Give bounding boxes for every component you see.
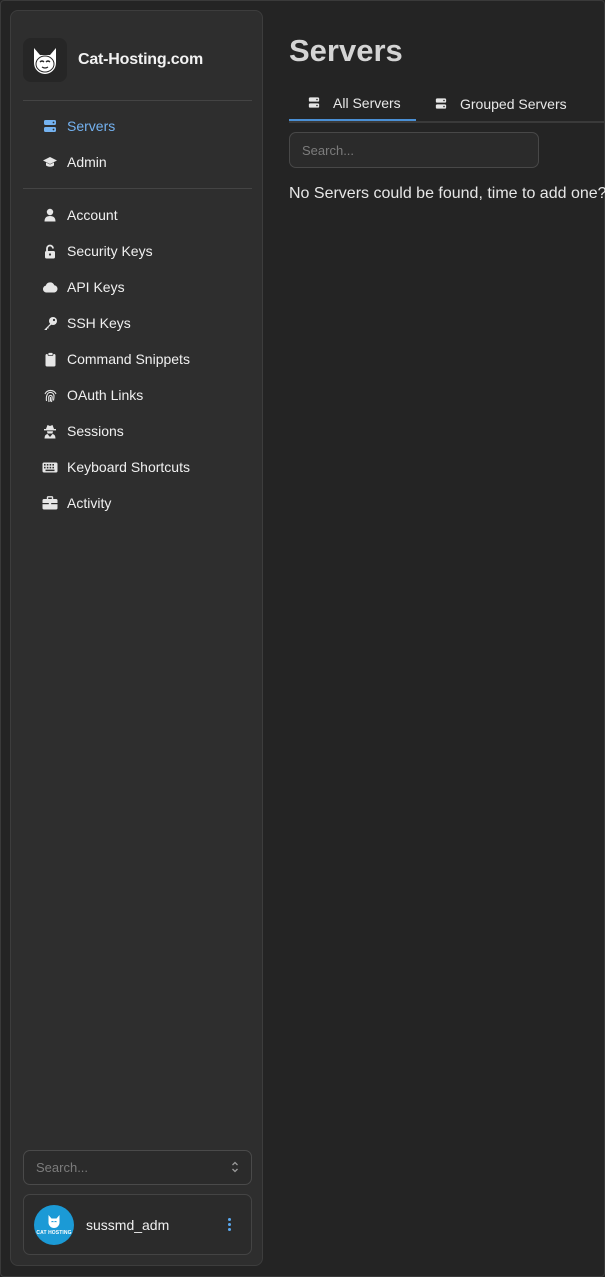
server-search-placeholder: Search...: [302, 142, 355, 158]
sidebar-item-label: API Keys: [67, 279, 125, 295]
sidebar-item-label: Admin: [67, 154, 107, 170]
avatar-text: CAT HOSTING: [36, 1230, 72, 1236]
divider: [23, 100, 252, 101]
keyboard-icon: [42, 459, 58, 475]
sidebar-item-label: Account: [67, 207, 118, 223]
unlock-icon: [42, 243, 58, 259]
sidebar-search-input[interactable]: Search...: [23, 1150, 252, 1185]
empty-state-message: No Servers could be found, time to add o…: [289, 185, 605, 202]
clipboard-icon: [42, 351, 58, 367]
server-search-input[interactable]: Search...: [289, 132, 539, 168]
fingerprint-icon: [42, 387, 58, 403]
sidebar-item-api-keys[interactable]: API Keys: [23, 272, 252, 302]
sidebar-item-oauth-links[interactable]: OAuth Links: [23, 380, 252, 410]
chevron-up-down-icon: [231, 1160, 239, 1177]
tab-label: All Servers: [333, 94, 401, 111]
avatar: CAT HOSTING: [34, 1204, 74, 1245]
user-card[interactable]: CAT HOSTING sussmd_adm: [23, 1194, 252, 1255]
sidebar-item-servers[interactable]: Servers: [23, 111, 252, 141]
tab-all-servers[interactable]: All Servers: [289, 86, 416, 121]
page-title: Servers: [289, 33, 403, 68]
sidebar-item-command-snippets[interactable]: Command Snippets: [23, 344, 252, 374]
sidebar-item-sessions[interactable]: Sessions: [23, 416, 252, 446]
user-icon: [42, 207, 58, 223]
sidebar-item-security-keys[interactable]: Security Keys: [23, 236, 252, 266]
tab-bar: All Servers Grouped Servers: [289, 86, 605, 123]
graduation-cap-icon: [42, 154, 58, 170]
sidebar-item-label: Sessions: [67, 423, 124, 439]
sidebar-item-ssh-keys[interactable]: SSH Keys: [23, 308, 252, 338]
briefcase-icon: [42, 495, 58, 511]
server-icon: [308, 96, 320, 109]
key-icon: [42, 315, 58, 331]
user-secret-icon: [42, 423, 58, 439]
sidebar-item-label: Servers: [67, 118, 116, 134]
brand-name: Cat-Hosting.com: [78, 51, 204, 68]
sidebar-item-admin[interactable]: Admin: [23, 147, 252, 177]
sidebar-search-placeholder: Search...: [36, 1160, 89, 1175]
sidebar-item-label: Command Snippets: [67, 351, 190, 367]
sidebar-item-label: SSH Keys: [67, 315, 131, 331]
sidebar-item-keyboard-shortcuts[interactable]: Keyboard Shortcuts: [23, 452, 252, 482]
cat-logo-icon: [23, 38, 67, 82]
tab-grouped-servers[interactable]: Grouped Servers: [435, 86, 567, 121]
sidebar-item-account[interactable]: Account: [23, 200, 252, 230]
username: sussmd_adm: [86, 1216, 170, 1233]
server-icon: [42, 118, 58, 134]
more-options-icon[interactable]: [228, 1218, 231, 1231]
sidebar-item-label: Keyboard Shortcuts: [67, 459, 190, 475]
sidebar-item-label: Security Keys: [67, 243, 153, 259]
sidebar-item-activity[interactable]: Activity: [23, 488, 252, 518]
cloud-icon: [42, 279, 58, 295]
cat-avatar-icon: [48, 1215, 60, 1228]
sidebar-item-label: OAuth Links: [67, 387, 144, 403]
tab-label: Grouped Servers: [460, 95, 567, 112]
server-icon: [435, 97, 447, 110]
sidebar-item-label: Activity: [67, 495, 112, 511]
divider: [23, 188, 252, 189]
brand[interactable]: Cat-Hosting.com: [23, 38, 203, 82]
sidebar: Cat-Hosting.com Servers Admin Account Se…: [10, 10, 263, 1266]
